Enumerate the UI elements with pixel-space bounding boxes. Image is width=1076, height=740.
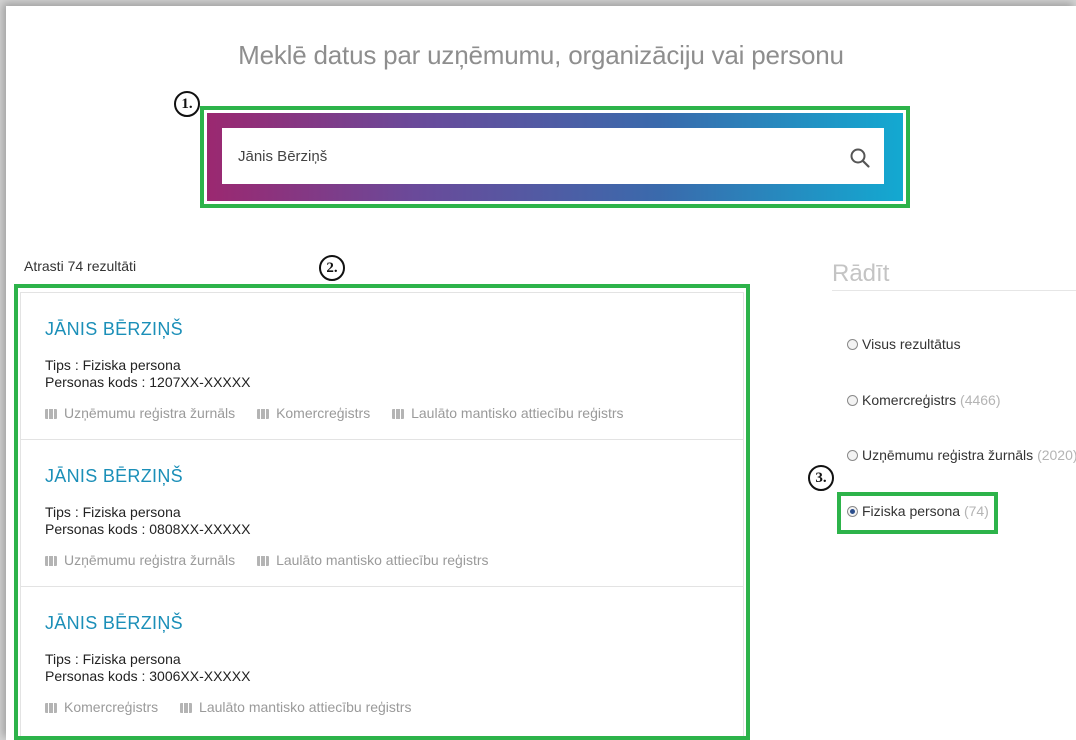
radio-button[interactable] xyxy=(847,339,858,350)
annotation-marker-3: 3. xyxy=(808,465,834,491)
annotation-highlight-results xyxy=(14,284,750,740)
annotation-marker-1: 1. xyxy=(174,91,200,117)
page-heading: Meklē datus par uzņēmumu, organizāciju v… xyxy=(238,40,844,70)
filter-option-count: (4466) xyxy=(960,392,1001,408)
annotation-marker-2: 2. xyxy=(319,255,345,281)
search-bar xyxy=(207,113,903,201)
filter-option-commercial-register[interactable]: Komercreģistrs (4466) xyxy=(847,392,1001,408)
radio-button[interactable] xyxy=(847,395,858,406)
filter-option-enterprise-journal[interactable]: Uzņēmumu reģistra žurnāls (2020) xyxy=(847,447,1076,463)
filter-option-all[interactable]: Visus rezultātus xyxy=(847,336,961,352)
search-icon[interactable] xyxy=(849,147,871,169)
annotation-highlight-filter xyxy=(837,492,998,534)
search-input[interactable] xyxy=(222,128,884,184)
filter-option-label: Komercreģistrs xyxy=(862,392,957,408)
radio-button[interactable] xyxy=(847,450,858,461)
filter-option-label: Uzņēmumu reģistra žurnāls xyxy=(862,447,1034,463)
filter-title: Rādīt xyxy=(832,260,890,287)
filter-divider xyxy=(832,290,1076,291)
page: Meklē datus par uzņēmumu, organizāciju v… xyxy=(6,6,1076,740)
filter-option-label: Visus rezultātus xyxy=(862,336,961,352)
results-count: Atrasti 74 rezultāti xyxy=(24,258,137,274)
filter-option-count: (2020) xyxy=(1037,447,1076,463)
